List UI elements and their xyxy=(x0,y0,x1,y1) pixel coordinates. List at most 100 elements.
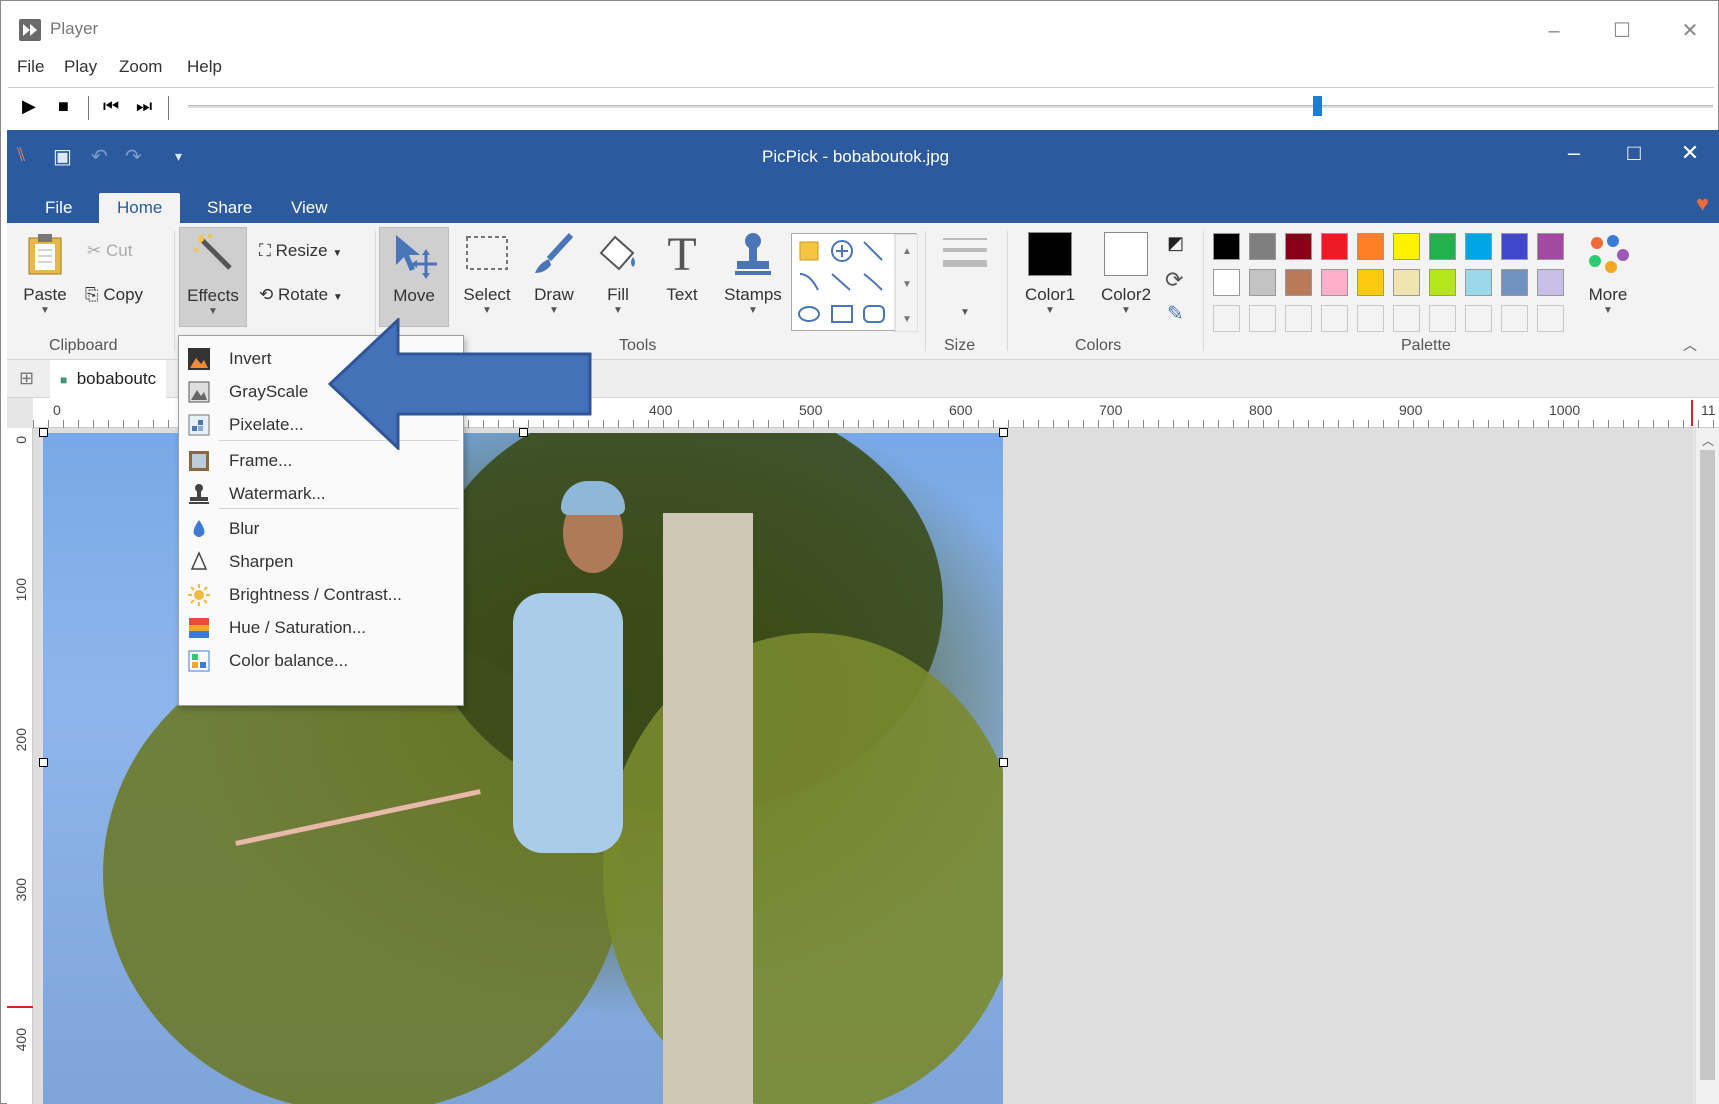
palette-swatch[interactable] xyxy=(1465,269,1492,296)
menu-help[interactable]: Help xyxy=(187,57,222,77)
more-colors-button[interactable]: More ▼ xyxy=(1577,227,1639,327)
picpick-maximize-button[interactable]: □ xyxy=(1619,140,1649,166)
effects-menu-item[interactable]: Color balance... xyxy=(179,644,463,678)
heart-icon[interactable]: ♥ xyxy=(1696,191,1709,217)
draw-button[interactable]: Draw ▼ xyxy=(523,227,585,327)
palette-swatch[interactable] xyxy=(1537,233,1564,260)
resize-handle[interactable] xyxy=(999,428,1008,437)
resize-handle[interactable] xyxy=(39,758,48,767)
maximize-button[interactable]: ☐ xyxy=(1607,19,1637,43)
seek-slider[interactable] xyxy=(188,105,1713,108)
picpick-titlebar: ⑊ ▣ ↶ ↷ ▾ PicPick - bobaboutok.jpg – □ ✕ xyxy=(7,130,1719,185)
palette-swatch[interactable] xyxy=(1249,233,1276,260)
palette-empty-swatch[interactable] xyxy=(1393,305,1420,332)
effects-button[interactable]: Effects ▼ xyxy=(179,227,247,327)
ruler-label: 700 xyxy=(1099,402,1123,418)
palette-empty-swatch[interactable] xyxy=(1285,305,1312,332)
minimize-button[interactable]: – xyxy=(1539,19,1569,43)
resize-handle[interactable] xyxy=(39,428,48,437)
undo-icon[interactable]: ↶ xyxy=(91,144,108,169)
text-button[interactable]: T Text xyxy=(651,227,713,327)
palette-empty-swatch[interactable] xyxy=(1465,305,1492,332)
palette-empty-swatch[interactable] xyxy=(1321,305,1348,332)
ruler-label: 0 xyxy=(53,402,61,418)
palette-swatch[interactable] xyxy=(1465,233,1492,260)
effects-menu-item[interactable]: Sharpen xyxy=(179,545,463,579)
effects-menu-item[interactable]: Brightness / Contrast... xyxy=(179,578,463,612)
effects-menu-item[interactable]: Hue / Saturation... xyxy=(179,611,463,645)
palette-swatch[interactable] xyxy=(1429,269,1456,296)
palette-swatch[interactable] xyxy=(1393,233,1420,260)
paste-button[interactable]: Paste ▼ xyxy=(17,227,73,327)
tab-share[interactable]: Share xyxy=(189,193,270,223)
rotate-button[interactable]: ⟲ Rotate ▼ xyxy=(259,279,343,311)
seek-slider-thumb[interactable] xyxy=(1313,96,1322,116)
cut-button[interactable]: ✂ Cut xyxy=(87,235,132,267)
palette-swatch[interactable] xyxy=(1537,269,1564,296)
scroll-up-icon[interactable]: ︿ xyxy=(1702,432,1714,449)
palette-swatch[interactable] xyxy=(1393,269,1420,296)
palette-swatch[interactable] xyxy=(1285,233,1312,260)
palette-swatch[interactable] xyxy=(1249,269,1276,296)
effects-menu-item[interactable]: Blur xyxy=(179,512,463,546)
previous-icon[interactable]: ⏮ xyxy=(103,96,119,117)
palette-empty-swatch[interactable] xyxy=(1537,305,1564,332)
resize-button[interactable]: ⛶ Resize ▼ xyxy=(259,235,342,267)
select-button[interactable]: Select ▼ xyxy=(455,227,519,327)
close-button[interactable]: ✕ xyxy=(1675,19,1705,43)
size-button[interactable]: ▼ xyxy=(935,227,995,327)
color-picker-icon[interactable]: ✎ xyxy=(1167,301,1184,326)
scrollbar-thumb[interactable] xyxy=(1700,450,1715,1080)
menu-zoom[interactable]: Zoom xyxy=(119,57,162,77)
vertical-ruler: 0 100 200 300 400 xyxy=(7,428,33,1104)
copy-button[interactable]: ⎘ Copy xyxy=(85,279,143,311)
redo-icon[interactable]: ↷ xyxy=(125,144,142,169)
palette-empty-swatch[interactable] xyxy=(1249,305,1276,332)
tab-view[interactable]: View xyxy=(273,193,346,223)
palette-empty-swatch[interactable] xyxy=(1501,305,1528,332)
effects-menu-item[interactable]: Watermark... xyxy=(179,477,463,511)
palette-empty-swatch[interactable] xyxy=(1213,305,1240,332)
menu-play[interactable]: Play xyxy=(64,57,97,77)
palette-swatch[interactable] xyxy=(1357,233,1384,260)
palette-swatch[interactable] xyxy=(1213,269,1240,296)
blur-icon xyxy=(188,518,210,540)
palette-empty-swatch[interactable] xyxy=(1357,305,1384,332)
resize-handle[interactable] xyxy=(999,758,1008,767)
next-icon[interactable]: ⏭ xyxy=(136,96,152,117)
swap-colors-icon[interactable]: ◩ xyxy=(1167,233,1184,254)
color1-button[interactable]: Color1 ▼ xyxy=(1015,227,1085,327)
menu-file[interactable]: File xyxy=(17,57,44,77)
color2-button[interactable]: Color2 ▼ xyxy=(1091,227,1161,327)
palette-swatch[interactable] xyxy=(1213,233,1240,260)
stamps-button[interactable]: Stamps ▼ xyxy=(715,227,791,327)
fill-button[interactable]: Fill ▼ xyxy=(587,227,649,327)
play-icon[interactable]: ▶ xyxy=(22,96,36,117)
palette-swatch[interactable] xyxy=(1429,233,1456,260)
picpick-close-button[interactable]: ✕ xyxy=(1675,140,1705,166)
ruler-label: 800 xyxy=(1249,402,1273,418)
move-button[interactable]: Move xyxy=(379,227,449,327)
document-tab[interactable]: ■ bobaboutc xyxy=(50,360,167,398)
save-icon[interactable]: ▣ xyxy=(53,144,72,169)
palette-swatch[interactable] xyxy=(1321,269,1348,296)
grayscale-icon xyxy=(188,381,210,403)
shapes-gallery[interactable]: ▲ ▼ ▼ xyxy=(791,233,919,333)
vertical-scrollbar[interactable]: ︿ xyxy=(1695,428,1719,1104)
palette-swatch[interactable] xyxy=(1321,233,1348,260)
ruler-label: 1000 xyxy=(1549,402,1581,418)
customize-quick-access-icon[interactable]: ▾ xyxy=(175,148,182,165)
palette-swatch[interactable] xyxy=(1357,269,1384,296)
palette-empty-swatch[interactable] xyxy=(1429,305,1456,332)
collapse-ribbon-icon[interactable]: ︿ xyxy=(1683,335,1697,355)
tab-home[interactable]: Home xyxy=(99,193,181,223)
palette-swatch[interactable] xyxy=(1501,269,1528,296)
grid-view-icon[interactable]: ⊞ xyxy=(19,368,34,389)
tab-file[interactable]: File xyxy=(27,193,90,223)
palette-swatch[interactable] xyxy=(1285,269,1312,296)
stop-icon[interactable]: ■ xyxy=(58,96,69,117)
picpick-minimize-button[interactable]: – xyxy=(1559,140,1589,166)
palette-swatch[interactable] xyxy=(1501,233,1528,260)
reset-colors-icon[interactable]: ⟳ xyxy=(1165,267,1183,293)
player-app-icon xyxy=(19,19,41,41)
